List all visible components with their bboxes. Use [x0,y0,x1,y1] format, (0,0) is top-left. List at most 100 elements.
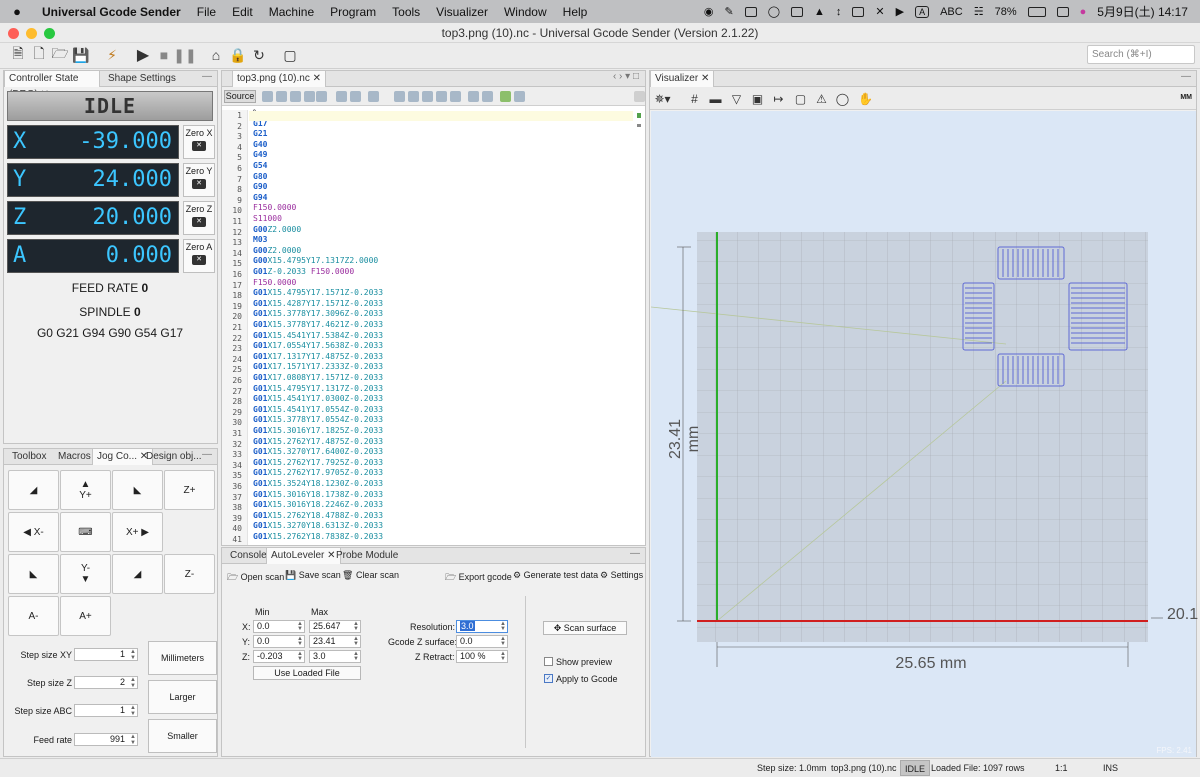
millimeters-button[interactable]: Millimeters [148,641,217,675]
code-line[interactable]: G54 [253,161,267,172]
warning-icon[interactable]: ⚠ [813,90,830,107]
find-icon[interactable] [304,91,315,102]
zero-y-button[interactable]: Zero Y ✕ [183,163,215,197]
gcode-z-surface-input[interactable]: 0.0 ▲ ▼ [456,635,508,648]
history-icon[interactable] [290,91,301,102]
code-line[interactable]: G01X15.2762Y18.7838Z-0.2033 [253,532,383,543]
editor-split-icon[interactable] [634,91,645,102]
bluetooth-icon[interactable]: ✕ [875,5,884,18]
jog-x-minus-y-minus-button[interactable]: ◣ [8,554,59,594]
jog-x-plus-button[interactable]: X+ ▶ [112,512,163,552]
jog-x-plus-y-minus-button[interactable]: ◢ [112,554,163,594]
cube-icon[interactable]: ▢ [792,90,809,107]
code-line[interactable]: G01X15.3778Y17.4621Z-0.2033 [253,320,383,331]
code-line[interactable]: F150.0000 [253,278,296,289]
search-input[interactable]: Search (⌘+I) [1087,45,1195,64]
control-center-icon[interactable] [1056,6,1069,17]
code-line[interactable]: G00Z2.0000 [253,225,301,236]
x-min-input[interactable]: 0.0 ▲ ▼ [253,620,305,633]
code-line[interactable]: M03 [253,235,267,246]
export-gcode-button[interactable]: 🗁 Export gcode [445,570,512,586]
code-line[interactable]: S11000 [253,214,282,225]
clock[interactable]: 5月9日(土) 14:17 [1097,3,1188,20]
bookmark-prev-icon[interactable] [368,91,379,102]
jog-hand-icon[interactable]: ✋ [857,90,874,107]
input-a-icon[interactable]: A [915,5,930,18]
apply-to-gcode-checkbox[interactable]: ✓ [544,674,553,683]
code-line[interactable]: G01X15.3270Y17.6400Z-0.2033 [253,447,383,458]
code-line[interactable]: G01X15.4795Y17.1317Z-0.2033 [253,384,383,395]
pause-icon[interactable]: ❚❚ [173,46,196,64]
code-line[interactable]: G01X15.3524Y18.1230Z-0.2033 [253,479,383,490]
step-xy-input[interactable]: 1 ▲ ▼ [74,648,138,661]
minimize-panel-icon[interactable]: — [202,449,212,460]
spinner-icon[interactable]: ▲ ▼ [130,734,136,746]
code-line[interactable]: G01X15.2762Y18.4788Z-0.2033 [253,511,383,522]
new-file-icon[interactable]: 🗎 [9,45,27,64]
scan-surface-button[interactable]: ✥ Scan surface [543,621,627,635]
code-line[interactable]: G01X15.4541Y17.5384Z-0.2033 [253,331,383,342]
save-icon[interactable]: 💾 [72,46,90,64]
y-min-input[interactable]: 0.0 ▲ ▼ [253,635,305,648]
larger-button[interactable]: Larger [148,680,217,714]
spinner-icon[interactable]: ▲ ▼ [500,621,506,632]
spinner-icon[interactable]: ▲ ▼ [130,705,136,717]
jog-x-plus-y-plus-button[interactable]: ◣ [112,470,163,510]
shift-right-icon[interactable] [482,91,493,102]
resolution-input[interactable]: 3.0 ▲ ▼ [456,620,508,633]
apple-menu-icon[interactable]: ● [0,4,34,19]
code-line[interactable]: G01X15.3270Y18.6313Z-0.2033 [253,521,383,532]
tab-controller-state[interactable]: Controller State (DRO) ✕ [4,71,100,100]
tab-gcode-file[interactable]: top3.png (10).nc ✕ [232,71,326,87]
smaller-button[interactable]: Smaller [148,719,217,753]
tab-macros[interactable]: Macros [54,449,95,465]
search-next-icon[interactable] [408,91,419,102]
menu-edit[interactable]: Edit [224,5,261,19]
code-line[interactable]: G80 [253,172,267,183]
macro-record-icon[interactable] [500,91,511,102]
code-line[interactable]: F150.0000 [253,203,296,214]
visualizer-canvas[interactable]: 23.41 mm 25.65 mm 20.1 FPS: 2.41 [650,111,1198,757]
spinner-icon[interactable]: ▲ ▼ [353,651,359,662]
input-mode[interactable]: ABC [940,6,963,18]
step-z-input[interactable]: 2 ▲ ▼ [74,676,138,689]
shield-icon[interactable]: ▲ [814,6,825,18]
tab-autoleveler[interactable]: AutoLeveler ✕ [266,548,341,564]
search-prev-icon[interactable] [394,91,405,102]
code-line[interactable]: G01X15.3778Y17.0554Z-0.2033 [253,415,383,426]
code-line[interactable]: G01X15.3016Y18.1738Z-0.2033 [253,490,383,501]
jog-y-plus-button[interactable]: ▲ Y+ [60,470,111,510]
lock-icon[interactable]: 🔒 [229,46,247,64]
tab-probe-module[interactable]: Probe Module [332,548,402,564]
home-icon[interactable]: ⌂ [207,46,225,64]
jog-a-minus-button[interactable]: A- [8,596,59,636]
code-line[interactable]: G49 [253,150,267,161]
toggle-highlight-icon[interactable] [436,91,447,102]
code-line[interactable]: G00X15.4795Y17.1317Z2.0000 [253,256,378,267]
settings-button[interactable]: ⚙ Settings [600,570,643,581]
z-retract-input[interactable]: 100 % ▲ ▼ [456,650,508,663]
code-line[interactable]: G01X15.4287Y17.1571Z-0.2033 [253,299,383,310]
code-line[interactable]: G01X17.0808Y17.1571Z-0.2033 [253,373,383,384]
code-line[interactable]: G94 [253,193,267,204]
device-icon[interactable]: ▢ [281,46,299,64]
jog-z-plus-button[interactable]: Z+ [164,470,215,510]
dots-icon[interactable] [791,6,803,17]
code-line[interactable]: G01X15.4541Y17.0554Z-0.2033 [253,405,383,416]
status-icon[interactable]: ◉ [704,5,714,18]
back-icon[interactable] [262,91,273,102]
code-line[interactable]: G01Z-0.2033 F150.0000 [253,267,354,278]
jog-x-minus-button[interactable]: ◀ X- [8,512,59,552]
code-line[interactable]: G01X15.2762Y17.9705Z-0.2033 [253,468,383,479]
copy-icon[interactable] [316,91,327,102]
x-max-input[interactable]: 25.647 ▲ ▼ [309,620,361,633]
spinner-icon[interactable]: ▲ ▼ [297,636,303,647]
macro-stop-icon[interactable] [514,91,525,102]
siri-icon[interactable]: ● [1080,6,1087,18]
spinner-icon[interactable]: ▲ ▼ [353,636,359,647]
minimize-panel-icon[interactable]: — [202,71,212,82]
funnel-icon[interactable]: ▽ [728,90,745,107]
grid-icon[interactable]: # [686,90,703,107]
code-area[interactable]: %G17G21G40G49G54G80G90G94F150.0000S11000… [222,108,633,545]
z-max-input[interactable]: 3.0 ▲ ▼ [309,650,361,663]
